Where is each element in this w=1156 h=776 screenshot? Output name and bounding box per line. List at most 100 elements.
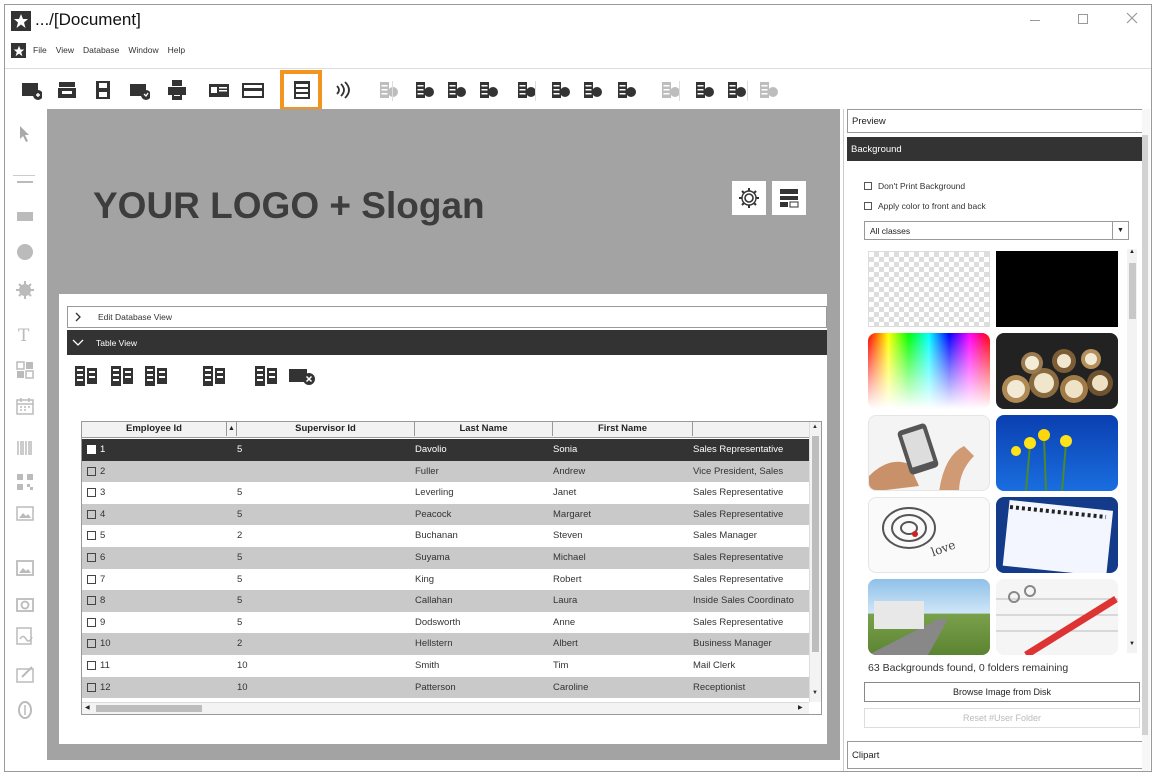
import-record-icon[interactable] [201,364,231,392]
clipart-header[interactable]: Clipart [847,741,1143,769]
id-card-icon[interactable] [207,78,231,102]
photo-frame-icon[interactable] [14,503,36,525]
card-icon[interactable] [241,78,265,102]
row-checkbox[interactable] [87,466,96,476]
add-record-icon[interactable] [73,364,103,392]
thumb-phone-hand[interactable] [868,415,990,491]
db-forward2-icon[interactable] [615,78,639,102]
linear-barcode-icon[interactable] [14,437,36,459]
gallery-scroll-thumb[interactable] [1129,263,1136,319]
row-checkbox[interactable] [87,488,96,498]
delete-record-icon[interactable] [143,364,173,392]
table-row[interactable]: 11 10 Smith Tim Mail Clerk [82,655,819,677]
pointer-icon[interactable] [14,123,36,145]
edit-record-icon[interactable] [109,364,139,392]
thumb-clocks[interactable] [996,333,1118,409]
table-row[interactable]: 1 5 Davolio Sonia Sales Representative [82,439,819,461]
row-checkbox[interactable] [87,553,96,562]
table-row[interactable]: 8 5 Callahan Laura Inside Sales Coordinato [82,590,819,612]
table-row[interactable]: 2 Fuller Andrew Vice President, Sales [82,460,819,483]
qrcode-icon[interactable] [14,471,36,493]
gallery-scroll-down-icon[interactable]: ▼ [1129,641,1135,647]
signature-icon[interactable] [14,663,36,685]
print-record-icon[interactable] [253,364,283,392]
gallery-scrollbar[interactable]: ▲ ▼ [1127,249,1137,653]
row-checkbox[interactable] [87,639,96,649]
save-as-icon[interactable] [127,78,151,102]
row-checkbox[interactable] [87,661,96,670]
db-back2-icon[interactable] [549,78,573,102]
dont-print-background-checkbox[interactable]: Don't Print Background [864,181,965,191]
image-icon[interactable] [14,557,36,579]
column-header-supervisor-id[interactable]: Supervisor Id [237,422,415,436]
table-row[interactable]: 3 5 Leverling Janet Sales Representative [82,482,819,504]
rectangle-icon[interactable] [14,205,36,227]
star-icon[interactable] [14,279,36,301]
db-add-icon[interactable] [693,78,717,102]
scroll-thumb[interactable] [812,436,819,652]
menu-file[interactable]: File [33,45,47,59]
column-header-employee-id[interactable]: Employee Id [82,422,227,436]
h-scroll-thumb[interactable] [96,705,202,712]
text-icon[interactable]: T [14,323,36,345]
canvas-layout-button[interactable] [772,181,806,215]
thumb-black[interactable] [996,251,1118,327]
db-first-icon[interactable] [377,78,401,102]
canvas-settings-button[interactable] [732,181,766,215]
row-checkbox[interactable] [87,445,96,454]
edit-database-view-header[interactable]: Edit Database View [67,306,827,328]
new-document-icon[interactable] [19,78,43,102]
thumb-calendar[interactable] [996,497,1118,573]
menu-window[interactable]: Window [128,45,158,59]
column-header-last-name[interactable]: Last Name [415,422,553,436]
table-row[interactable]: 10 2 Hellstern Albert Business Manager [82,633,819,655]
apply-color-checkbox[interactable]: Apply color to front and back [864,201,986,211]
menu-database[interactable]: Database [83,45,119,59]
table-row[interactable]: 6 5 Suyama Michael Sales Representative [82,547,819,569]
row-checkbox[interactable] [87,509,96,519]
ellipse-icon[interactable] [14,241,36,263]
row-checkbox[interactable] [87,574,96,584]
maximize-button[interactable] [1076,12,1090,26]
preview-header[interactable]: Preview [847,109,1143,133]
table-row[interactable]: 4 5 Peacock Margaret Sales Representative [82,503,819,526]
thumb-target-love[interactable]: love [868,497,990,573]
thumb-yellow-flowers[interactable] [996,415,1118,491]
dropdown-arrow-icon[interactable]: ▼ [1112,222,1128,239]
sort-arrow-icon[interactable]: ▲ [227,422,237,436]
close-button[interactable] [1125,11,1139,25]
menu-view[interactable]: View [56,45,74,59]
save-icon[interactable] [91,78,115,102]
grid-vertical-scrollbar[interactable]: ▲ ▼ [809,422,821,702]
grid-horizontal-scrollbar[interactable]: ◀ ▶ [82,702,809,714]
camera-icon[interactable] [14,593,36,615]
table-row[interactable]: 12 10 Patterson Caroline Receptionist [82,676,819,699]
column-header-title[interactable] [693,422,809,436]
class-select[interactable]: All classes ▼ [864,221,1129,240]
browse-image-button[interactable]: Browse Image from Disk [864,682,1140,702]
db-check-icon[interactable] [757,78,781,102]
right-panel-scrollbar[interactable] [1142,109,1150,771]
design-canvas[interactable]: YOUR LOGO + Slogan Edit Database View Ta… [47,109,840,760]
thumb-transparent[interactable] [868,251,990,327]
minimize-button[interactable] [1027,13,1043,27]
reset-user-folder-button[interactable]: Reset #User Folder [864,708,1140,728]
thumb-truck-road[interactable] [868,579,990,655]
thumb-color-spectrum[interactable] [868,333,990,409]
table-view-header[interactable]: Table View [67,330,827,355]
row-checkbox[interactable] [87,596,96,606]
row-checkbox[interactable] [87,531,96,541]
right-panel-scroll-thumb[interactable] [1142,135,1148,735]
scroll-down-icon[interactable]: ▼ [812,690,818,696]
db-refresh-icon[interactable] [477,78,501,102]
column-header-first-name[interactable]: First Name [553,422,693,436]
barcode-icon[interactable] [14,359,36,381]
row-checkbox[interactable] [87,682,96,692]
fingerprint-icon[interactable] [14,699,36,721]
thumb-notebook-pen[interactable] [996,579,1118,655]
db-prev-icon[interactable] [445,78,469,102]
nfc-icon[interactable] [331,78,355,102]
db-remove-icon[interactable] [725,78,749,102]
open-icon[interactable] [55,78,79,102]
close-database-icon[interactable] [287,364,317,392]
